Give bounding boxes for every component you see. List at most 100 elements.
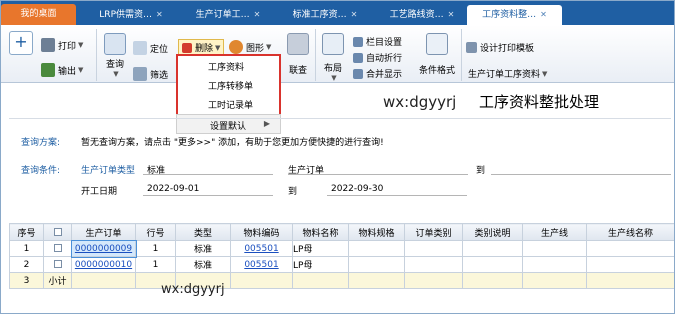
- tab-my-desktop[interactable]: 我的桌面: [1, 4, 76, 25]
- search-icon: [104, 33, 126, 55]
- auto-wrap-button[interactable]: 自动折行: [353, 51, 402, 64]
- close-icon[interactable]: ✕: [351, 10, 358, 19]
- menu-item-time-record[interactable]: 工时记录单: [208, 98, 253, 111]
- mo-process-data-button[interactable]: 生产订单工序资料 ▼: [468, 67, 547, 81]
- tab-mo-process[interactable]: 生产订单工… ✕: [183, 5, 273, 25]
- cell: [522, 256, 587, 273]
- app-window: 我的桌面 LRP供需资… ✕ 生产订单工… ✕ 标准工序资… ✕ 工艺路线资… ✕ 工序…: [0, 0, 675, 314]
- chevron-down-icon: ▼: [78, 41, 84, 49]
- line-number: 1: [135, 240, 176, 257]
- tab-process-batch[interactable]: 工序资料整… ✕: [467, 5, 562, 25]
- conditional-format-button[interactable]: 条件格式: [415, 33, 459, 76]
- column-header[interactable]: 类型: [175, 223, 231, 241]
- start-date-from-field[interactable]: 2022-09-01: [147, 184, 199, 194]
- mo-from-field[interactable]: [288, 174, 468, 175]
- query-button[interactable]: 查询 ▼: [101, 33, 129, 78]
- output-button[interactable]: 输出 ▼: [41, 63, 83, 77]
- cell: [586, 272, 674, 289]
- mo-to-field[interactable]: [491, 174, 671, 175]
- layout-label: 布局: [323, 64, 342, 74]
- chevron-down-icon: ▼: [331, 74, 337, 82]
- divider: [461, 29, 462, 81]
- output-label: 输出: [58, 66, 77, 77]
- tab-label: 生产订单工…: [195, 10, 250, 20]
- start-date-to-field[interactable]: 2022-09-30: [331, 184, 383, 194]
- close-icon[interactable]: ✕: [156, 10, 163, 19]
- chevron-down-icon: ▼: [78, 66, 84, 74]
- delete-label: 删除: [195, 44, 214, 54]
- column-header[interactable]: 生产订单: [71, 223, 136, 241]
- tab-label: 工序资料整…: [482, 10, 537, 20]
- cell: [348, 256, 405, 273]
- merge-display-button[interactable]: 合并显示: [353, 67, 402, 80]
- select-all-checkbox[interactable]: [43, 223, 72, 241]
- link-icon: [287, 33, 309, 55]
- close-icon[interactable]: ✕: [448, 10, 455, 19]
- close-icon[interactable]: ✕: [540, 10, 547, 19]
- table-row[interactable]: 1 0000000009 1 标准 005501 LP母: [9, 239, 674, 258]
- locate-button[interactable]: 定位: [133, 41, 168, 55]
- design-print-label: 设计打印模板: [480, 44, 535, 54]
- order-type: 标准: [175, 240, 231, 257]
- query-scheme-text: 暂无查询方案，请点击 "更多>>" 添加，有助于您更加方便快捷的进行查询!: [81, 138, 384, 148]
- set-default-label: 设置默认: [210, 122, 247, 132]
- close-icon[interactable]: ✕: [254, 10, 261, 19]
- layout-icon: [322, 33, 344, 55]
- watermark: wx:dgyyrj: [161, 282, 225, 297]
- menu-item-process-data[interactable]: 工序资料: [208, 60, 244, 73]
- chevron-down-icon: ▼: [215, 43, 221, 52]
- tab-std-process[interactable]: 标准工序资… ✕: [280, 5, 370, 25]
- filter-button[interactable]: 筛选: [133, 67, 168, 81]
- material-code-link[interactable]: 005501: [230, 256, 293, 273]
- column-header[interactable]: 序号: [9, 223, 44, 241]
- tab-label: 我的桌面: [20, 9, 57, 19]
- cell: [462, 256, 523, 273]
- tab-bar: 我的桌面 LRP供需资… ✕ 生产订单工… ✕ 标准工序资… ✕ 工艺路线资… ✕ 工序…: [1, 1, 674, 25]
- auto-wrap-label: 自动折行: [366, 54, 403, 64]
- row-checkbox[interactable]: [43, 256, 72, 273]
- to-label: 到: [288, 187, 298, 197]
- cell: [404, 256, 463, 273]
- layout-button[interactable]: 布局 ▼: [319, 33, 347, 82]
- divider: [9, 118, 671, 119]
- column-header[interactable]: 生产线: [522, 223, 587, 241]
- chart-button[interactable]: 图形 ▼: [229, 40, 271, 54]
- column-header[interactable]: 类别说明: [462, 223, 523, 241]
- column-header[interactable]: 物料规格: [348, 223, 405, 241]
- chart-label: 图形: [246, 43, 265, 54]
- row-number: 3: [9, 272, 44, 289]
- filter-icon: [133, 67, 147, 81]
- table-header-row: 序号 生产订单 行号 类型 物料编码 物料名称 物料规格 订单类别 类别说明 生…: [9, 223, 674, 241]
- tab-routing[interactable]: 工艺路线资… ✕: [377, 5, 467, 25]
- link-query-button[interactable]: 联查: [286, 33, 310, 76]
- row-number: 2: [9, 256, 44, 273]
- tab-lrp[interactable]: LRP供需资… ✕: [86, 5, 176, 25]
- column-header[interactable]: 订单类别: [404, 223, 463, 241]
- add-button[interactable]: +: [9, 31, 33, 55]
- menu-item-set-default[interactable]: 设置默认 ▶: [176, 114, 281, 134]
- mo-type-underline: [143, 174, 273, 175]
- print-label: 打印: [58, 41, 77, 52]
- table-row[interactable]: 2 0000000010 1 标准 005501 LP母: [9, 256, 674, 273]
- column-header[interactable]: 物料编码: [230, 223, 293, 241]
- column-settings-button[interactable]: 栏目设置: [353, 35, 402, 48]
- column-header[interactable]: 物料名称: [292, 223, 349, 241]
- start-to-underline: [327, 195, 467, 196]
- column-header[interactable]: 行号: [135, 223, 176, 241]
- print-button[interactable]: 打印 ▼: [41, 38, 83, 52]
- menu-item-transfer-order[interactable]: 工序转移单: [208, 79, 253, 92]
- cell: [348, 272, 405, 289]
- divider: [96, 29, 97, 81]
- order-link[interactable]: 0000000010: [71, 256, 136, 273]
- cell: [462, 240, 523, 257]
- cell: [348, 240, 405, 257]
- order-link[interactable]: 0000000009: [70, 239, 137, 258]
- column-header[interactable]: 生产线名称: [586, 223, 674, 241]
- locate-label: 定位: [150, 44, 169, 55]
- merge-display-label: 合并显示: [366, 70, 403, 80]
- chevron-down-icon: ▼: [113, 70, 119, 78]
- row-checkbox[interactable]: [43, 240, 72, 257]
- design-print-template-button[interactable]: 设计打印模板: [466, 41, 534, 54]
- material-code-link[interactable]: 005501: [230, 240, 293, 257]
- start-date-label: 开工日期: [81, 187, 118, 197]
